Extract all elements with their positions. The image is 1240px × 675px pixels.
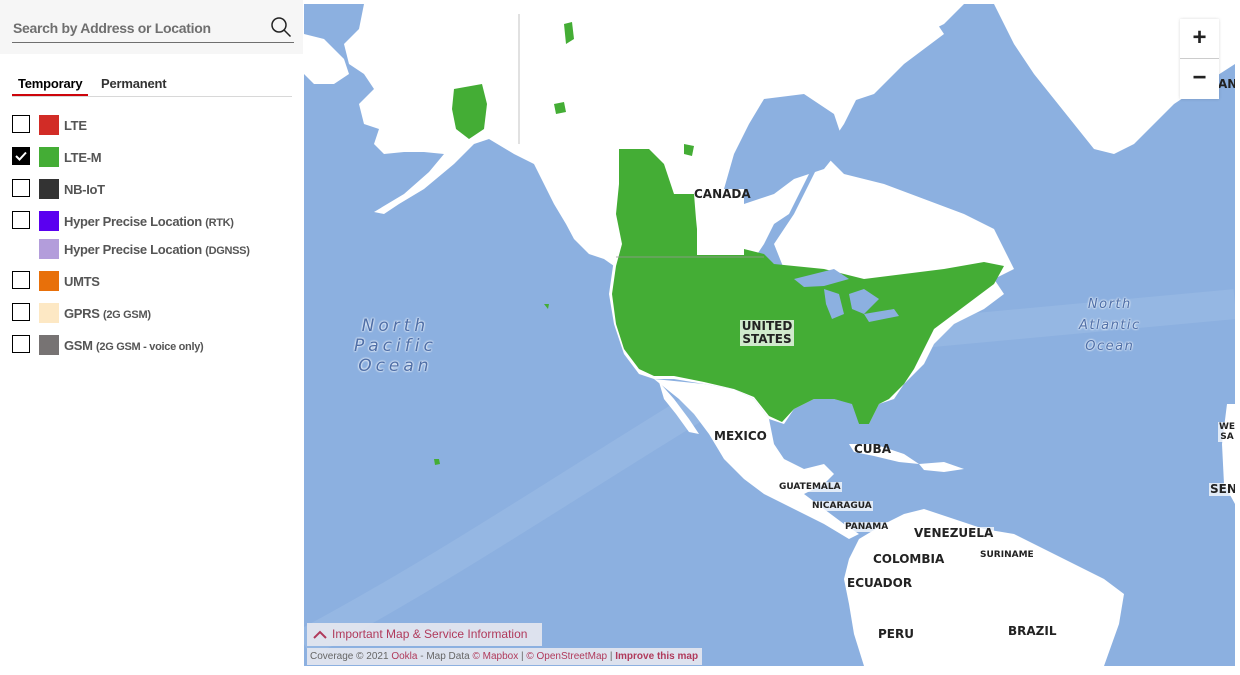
checkbox[interactable] xyxy=(12,115,30,133)
legend-label: GSM (2G GSM - voice only) xyxy=(64,338,204,353)
checkbox[interactable] xyxy=(12,303,30,321)
search-underline xyxy=(274,42,294,43)
checkbox[interactable] xyxy=(12,335,30,353)
label-peru: PERU xyxy=(878,627,914,641)
zoom-out-button[interactable]: − xyxy=(1180,59,1219,98)
label-western-sahara-partial: WE SA xyxy=(1218,422,1235,442)
label-senegal-partial: SEN xyxy=(1209,483,1235,496)
color-swatch xyxy=(39,115,59,135)
label-united-states: UNITED STATES xyxy=(740,319,794,346)
openstreetmap-link[interactable]: © OpenStreetMap xyxy=(526,651,607,662)
legend-label: GPRS (2G GSM) xyxy=(64,306,151,321)
search-input[interactable] xyxy=(12,14,275,43)
zoom-control: + − xyxy=(1180,19,1219,99)
search-icon[interactable] xyxy=(270,16,292,38)
label-north-pacific-ocean: North Pacific Ocean xyxy=(354,316,437,376)
checkbox[interactable] xyxy=(12,179,30,197)
label-nicaragua: NICARAGUA xyxy=(811,501,873,511)
color-swatch xyxy=(39,179,59,199)
label-canada: CANADA xyxy=(694,187,751,201)
label-panama: PANAMA xyxy=(844,522,890,532)
chevron-up-icon xyxy=(313,630,327,639)
legend-item-nb-iot[interactable]: NB-IoT xyxy=(12,178,297,200)
sidebar: Temporary Permanent LTE LTE-M NB-IoT Hyp… xyxy=(0,0,303,675)
label-mexico: MEXICO xyxy=(714,429,767,443)
label-greenland-partial: AN xyxy=(1218,77,1235,91)
improve-map-link[interactable]: Improve this map xyxy=(615,651,698,662)
legend-label: LTE xyxy=(64,118,87,133)
tab-temporary[interactable]: Temporary xyxy=(12,76,89,96)
color-swatch xyxy=(39,239,59,259)
legend-item-lte-m[interactable]: LTE-M xyxy=(12,146,297,168)
label-cuba: CUBA xyxy=(854,442,891,456)
legend-item-lte[interactable]: LTE xyxy=(12,114,297,136)
mapbox-link[interactable]: © Mapbox xyxy=(472,651,518,662)
coverage-map[interactable]: CANADA UNITED STATES MEXICO CUBA GUATEMA… xyxy=(304,4,1235,666)
tab-permanent[interactable]: Permanent xyxy=(101,76,167,94)
legend-item-hpl-dgnss: Hyper Precise Location (DGNSS) xyxy=(12,238,297,260)
checkmark-icon xyxy=(15,151,27,161)
coverage-tabs: Temporary Permanent xyxy=(12,76,292,97)
color-swatch xyxy=(39,211,59,231)
attribution-text: - Map Data xyxy=(417,651,473,662)
legend-label: Hyper Precise Location (DGNSS) xyxy=(64,242,250,257)
map-attribution: Coverage © 2021 Ookla - Map Data © Mapbo… xyxy=(307,648,703,665)
color-swatch xyxy=(39,271,59,291)
label-venezuela: VENEZUELA xyxy=(913,526,995,540)
checkbox[interactable] xyxy=(12,211,30,229)
important-info-label: Important Map & Service Information xyxy=(332,627,528,641)
label-brazil: BRAZIL xyxy=(1008,624,1057,638)
color-swatch xyxy=(39,303,59,323)
legend-item-gprs[interactable]: GPRS (2G GSM) xyxy=(12,302,297,324)
label-colombia: COLOMBIA xyxy=(872,552,946,566)
search-box xyxy=(0,0,303,54)
legend-label: LTE-M xyxy=(64,150,102,165)
label-guatemala: GUATEMALA xyxy=(778,482,842,492)
label-north-atlantic-ocean: North Atlantic Ocean xyxy=(1079,297,1141,354)
checkbox[interactable] xyxy=(12,271,30,289)
attribution-text: Coverage © 2021 xyxy=(310,651,392,662)
legend-label: Hyper Precise Location (RTK) xyxy=(64,214,234,229)
legend-label: UMTS xyxy=(64,274,100,289)
checkbox-checked[interactable] xyxy=(12,147,30,165)
label-suriname: SURINAME xyxy=(979,550,1035,560)
ookla-link[interactable]: Ookla xyxy=(391,651,417,662)
legend-item-gsm[interactable]: GSM (2G GSM - voice only) xyxy=(12,334,297,356)
label-ecuador: ECUADOR xyxy=(846,576,914,590)
zoom-in-button[interactable]: + xyxy=(1180,19,1219,59)
color-swatch xyxy=(39,147,59,167)
color-swatch xyxy=(39,335,59,355)
legend-label: NB-IoT xyxy=(64,182,105,197)
legend-item-hpl-rtk[interactable]: Hyper Precise Location (RTK) xyxy=(12,210,297,232)
legend-item-umts[interactable]: UMTS xyxy=(12,270,297,292)
important-info-toggle[interactable]: Important Map & Service Information xyxy=(307,623,542,646)
